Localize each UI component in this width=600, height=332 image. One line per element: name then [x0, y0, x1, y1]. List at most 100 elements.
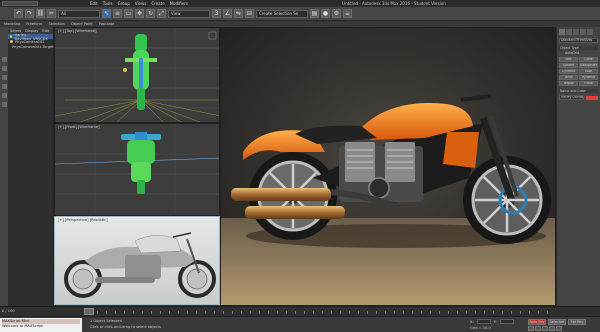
select-by-name-icon[interactable]: ≡ [113, 9, 122, 18]
named-selection-dropdown[interactable]: Create Selection Se [256, 9, 308, 18]
geosphere-button[interactable]: GeoSphere [579, 63, 598, 68]
menu-modifiers[interactable]: Modifiers [170, 1, 188, 6]
object-type-header[interactable]: Object Type [559, 46, 598, 50]
menu-tools[interactable]: Tools [103, 1, 113, 6]
angle-snap-icon[interactable]: ∠ [223, 9, 232, 18]
workspace-dropdown[interactable] [2, 1, 38, 6]
time-slider[interactable] [84, 308, 94, 315]
playback-controls [528, 326, 562, 331]
selection-filter-dropdown[interactable]: All [58, 9, 100, 18]
snap-icon[interactable]: 3 [212, 9, 221, 18]
ribbon-tab-populate[interactable]: Populate [99, 22, 115, 26]
geometry-icon[interactable] [1, 66, 7, 71]
layer-icon[interactable]: ▤ [310, 9, 319, 18]
viewport-front[interactable]: [+] [Front] [Wireframe] [54, 123, 220, 216]
redo-icon[interactable]: ↷ [25, 9, 34, 18]
rect-select-icon[interactable]: ▭ [124, 9, 133, 18]
menu-edit[interactable]: Edit [90, 1, 98, 6]
autogrid-checkbox[interactable]: AutoGrid [559, 51, 598, 55]
visibility-bulb-icon[interactable] [10, 35, 13, 38]
explorer-item-label: PhysCamera001 [15, 39, 45, 44]
explorer-item[interactable]: Harley Davidson_VRSCDX [8, 33, 53, 41]
object-name-field[interactable]: Harley Davidson_VRSCDX [559, 95, 584, 100]
scale-icon[interactable]: ⤢ [157, 9, 166, 18]
render-setup-icon[interactable]: ⚙ [332, 9, 341, 18]
maxscript-listener[interactable]: MAXScript Mini Welcome to MAXScript. [0, 318, 82, 332]
menu-create[interactable]: Create [151, 1, 164, 6]
cylinder-button[interactable]: Cylinder [559, 69, 578, 74]
shape-icon[interactable] [1, 75, 7, 80]
light-icon[interactable] [1, 84, 7, 89]
viewport-label[interactable]: [+] [Top] [Wireframe] [58, 29, 97, 33]
status-bar: MAXScript Mini Welcome to MAXScript. 1 O… [0, 316, 600, 332]
plane-button[interactable]: Plane [579, 81, 598, 86]
menu-views[interactable]: Views [135, 1, 147, 6]
previous-frame-icon[interactable] [535, 326, 541, 331]
display-tab-icon[interactable] [587, 29, 593, 35]
main-toolbar: ↶ ↷ ⛓ ✂ All ↖ ≡ ▭ ✥ ↻ ⤢ View 3 ∠ ⇋ ⊟ Cre… [0, 7, 600, 21]
auto-key-button[interactable]: Auto Key [528, 319, 546, 325]
mirror-icon[interactable]: ⇋ [234, 9, 243, 18]
render-icon[interactable]: ☕ [343, 9, 352, 18]
sphere-button[interactable]: Sphere [559, 63, 578, 68]
explorer-item[interactable]: PhysCamera001.Target [8, 44, 54, 49]
modify-tab-icon[interactable] [566, 29, 572, 35]
filter-icon[interactable] [1, 57, 7, 62]
scene-explorer: Select Display Edit Harley Davidson_VRSC… [8, 27, 54, 317]
tube-button[interactable]: Tube [579, 69, 598, 74]
bike-top-view [125, 34, 157, 110]
explorer-toolbar [0, 27, 8, 319]
torus-button[interactable]: Torus [559, 75, 578, 80]
material-editor-icon[interactable]: ● [321, 9, 330, 18]
light-icon[interactable] [123, 68, 127, 72]
y-field[interactable] [499, 319, 514, 324]
maxscript-output: Welcome to MAXScript. [2, 324, 44, 328]
rotate-icon[interactable]: ↻ [146, 9, 155, 18]
menu-bar: Edit Tools Group Views Create Modifiers [38, 1, 188, 6]
menu-group[interactable]: Group [118, 1, 130, 6]
undo-icon[interactable]: ↶ [14, 9, 23, 18]
move-icon[interactable]: ✥ [135, 9, 144, 18]
ribbon-tab-object-paint[interactable]: Object Paint [71, 22, 93, 26]
ribbon-tab-selection[interactable]: Selection [48, 22, 65, 26]
viewport-camera-render[interactable] [220, 27, 556, 306]
select-icon[interactable]: ↖ [102, 9, 111, 18]
ribbon-tab-freeform[interactable]: Freeform [26, 22, 42, 26]
name-color-row: Harley Davidson_VRSCDX [559, 95, 598, 100]
viewport-top[interactable]: [+] [Top] [Wireframe] [54, 27, 220, 123]
object-color-swatch[interactable] [586, 95, 598, 100]
ribbon-tab-modeling[interactable]: Modeling [4, 22, 20, 26]
motion-tab-icon[interactable] [580, 29, 586, 35]
timeline-track[interactable] [88, 311, 552, 314]
selected-dropdown[interactable]: Selected [548, 319, 566, 325]
viewport-perspective[interactable]: [+] [Perspective] [Realistic] [54, 216, 220, 305]
name-color-header[interactable]: Name and Color [559, 89, 598, 93]
next-frame-icon[interactable] [549, 326, 555, 331]
bike-front-view [121, 132, 161, 194]
reference-coord-dropdown[interactable]: View [168, 9, 210, 18]
viewport-label[interactable]: [+] [Front] [Wireframe] [58, 125, 100, 129]
align-icon[interactable]: ⊟ [245, 9, 254, 18]
play-icon[interactable] [542, 326, 548, 331]
primitive-category-dropdown[interactable]: Standard Primitives [559, 38, 598, 43]
camera-icon[interactable] [1, 93, 7, 98]
viewport-label[interactable]: [+] [Perspective] [Realistic] [58, 218, 108, 222]
visibility-bulb-icon[interactable] [10, 40, 13, 43]
pyramid-button[interactable]: Pyramid [579, 75, 598, 80]
helper-icon[interactable] [1, 102, 7, 107]
prompt-line: Click or click-and-drag to select object… [90, 325, 161, 329]
unlink-icon[interactable]: ✂ [47, 9, 56, 18]
go-to-start-icon[interactable] [528, 326, 534, 331]
hierarchy-tab-icon[interactable] [573, 29, 579, 35]
command-panel-tabs [559, 29, 598, 35]
set-key-button[interactable]: Set Key [568, 319, 586, 325]
viewport-maximize-icon[interactable] [208, 31, 217, 40]
explorer-item-label: PhysCamera001.Target [12, 44, 54, 49]
go-to-end-icon[interactable] [556, 326, 562, 331]
cone-button[interactable]: Cone [579, 57, 598, 62]
x-field[interactable] [476, 319, 491, 324]
teapot-button[interactable]: Teapot [559, 81, 578, 86]
link-icon[interactable]: ⛓ [36, 9, 45, 18]
box-button[interactable]: Box [559, 57, 578, 62]
create-tab-icon[interactable] [559, 29, 565, 35]
